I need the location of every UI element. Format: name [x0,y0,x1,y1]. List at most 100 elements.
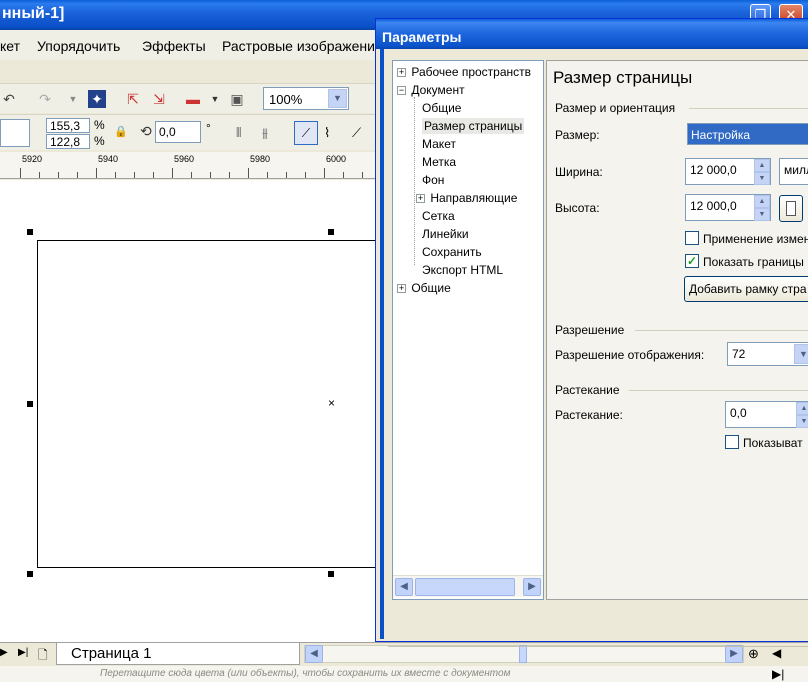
tree-item-document[interactable]: − Документ [397,83,465,97]
last-page-icon[interactable]: ▶| [18,647,28,658]
curve-node-button[interactable]: ⟋ [294,121,318,145]
display-resolution-value: 72 [732,347,746,361]
tree-scrollbar[interactable]: ◀ ▶ [393,575,543,597]
scale-width-field[interactable]: 155,3 [46,118,90,133]
ruler-tick [229,172,230,178]
show-bleed-label: Показыват [743,436,803,450]
spin-down-icon[interactable]: ▼ [754,172,770,185]
status-bar: Перетащите сюда цвета (или объекты), что… [0,666,808,682]
selection-handle[interactable] [27,571,33,577]
redo-icon[interactable]: ↷ [36,90,54,108]
scroll-thumb[interactable] [415,578,515,596]
menu-bitmaps[interactable]: Растровые изображени [222,38,375,54]
scroll-left-button[interactable]: ◀ [395,578,413,596]
tree-item-export-html[interactable]: Экспорт HTML [422,263,503,277]
units-select[interactable]: милл [779,158,808,185]
scroll-thumb[interactable] [519,645,527,663]
spin-up-icon[interactable]: ▲ [754,159,770,172]
portrait-orientation-button[interactable] [779,195,803,222]
node-symmetric-icon[interactable]: ⟋ [352,125,361,141]
expand-icon[interactable]: + [416,194,425,204]
tree-item-page-size[interactable]: Размер страницы [422,118,525,134]
ruler-tick [115,172,116,178]
height-label: Высота: [555,201,600,215]
tree-item-workspace[interactable]: + Рабочее пространств [397,65,531,79]
export-icon[interactable]: ⇲ [150,90,168,108]
scroll-right-button[interactable]: ▶ [725,645,743,663]
menu-effects[interactable]: Эффекты [142,38,206,54]
add-page-icon[interactable]: 🗋 [38,646,48,667]
undo-icon[interactable]: ↶ [0,90,18,108]
degree-sign: ° [206,121,211,135]
selection-handle[interactable] [328,229,334,235]
selection-handle[interactable] [27,229,33,235]
expand-icon[interactable]: + [397,68,406,78]
scale-height-field[interactable]: 122,8 [46,134,90,149]
zoom-dropdown-icon[interactable]: ▼ [328,89,347,108]
redo-dropdown-icon[interactable]: ▼ [64,90,82,108]
portrait-icon [786,201,796,216]
launcher-icon[interactable]: ✦ [88,90,106,108]
tree-item-guidelines[interactable]: + Направляющие [416,191,517,205]
position-field[interactable] [0,119,30,147]
bleed-spinner[interactable]: 0,0 ▲ ▼ [725,401,808,428]
property-bar: 155,3 122,8 % % 🔒 ⟲ 0,0 ° ⫴ ⫵ ⟋ ⌇ ⟋ [0,114,380,150]
import-icon[interactable]: ⇱ [124,90,142,108]
spin-down-icon[interactable]: ▼ [754,208,770,221]
navigator-icon[interactable]: ◀ [772,646,781,660]
image-icon[interactable]: ▣ [228,90,246,108]
height-spinner[interactable]: 12 000,0 ▲ ▼ [685,194,771,221]
spin-down-icon[interactable]: ▼ [796,415,808,428]
ruler-label: 5980 [250,154,271,164]
node-smooth-icon[interactable]: ⌇ [324,125,330,141]
ruler-tick [248,168,249,178]
add-page-frame-button[interactable]: Добавить рамку стра [684,276,808,302]
publish-dropdown-icon[interactable]: ▼ [206,90,224,108]
tree-item-grid[interactable]: Сетка [422,209,455,223]
ruler-tick [324,168,325,178]
ruler-tick [286,172,287,178]
width-spinner[interactable]: 12 000,0 ▲ ▼ [685,158,771,185]
scroll-right-button[interactable]: ▶ [523,578,541,596]
spin-up-icon[interactable]: ▲ [796,402,808,415]
mirror-vertical-icon[interactable]: ⫵ [262,125,268,141]
show-border-checkbox[interactable]: ✓ [685,254,699,268]
zoom-select[interactable]: 100% ▼ [263,87,349,110]
expand-icon[interactable]: + [397,284,406,294]
publish-pdf-icon[interactable]: ▬ [184,90,202,108]
ruler-tick [77,172,78,178]
lock-ratio-icon[interactable]: 🔒 [114,125,128,138]
collapse-icon[interactable]: − [397,86,406,96]
tree-item-layout[interactable]: Макет [422,137,456,151]
menu-arrange[interactable]: Упорядочить [37,38,120,54]
menu-layout[interactable]: кет [0,38,20,54]
selection-handle[interactable] [27,401,33,407]
prev-page-icon[interactable]: ▶ [0,647,8,658]
rotation-field[interactable]: 0,0 [155,121,201,143]
palette-scroll-icon[interactable]: ▶| [772,667,784,681]
scroll-left-button[interactable]: ◀ [305,645,323,663]
horizontal-scrollbar[interactable]: ◀ ▶ [304,645,744,663]
tree-item-label[interactable]: Метка [422,155,456,169]
apply-changes-checkbox[interactable] [685,231,699,245]
tree-item-save[interactable]: Сохранить [422,245,482,259]
apply-changes-label: Применение измен [703,232,808,246]
page-tab-1[interactable]: Страница 1 [71,645,152,662]
mirror-horizontal-icon[interactable]: ⫴ [236,125,241,141]
page-size-panel: Размер страницы Размер и ориентация Разм… [546,60,808,600]
dropdown-icon[interactable]: ▼ [794,344,808,364]
tree-item-background[interactable]: Фон [422,173,444,187]
tree-item-general[interactable]: Общие [422,101,461,115]
dialog-title-bar[interactable]: Параметры [376,19,808,49]
percent-sign: % [94,118,105,132]
size-label: Размер: [555,128,600,142]
ruler-tick [20,168,21,178]
zoom-navigator-icon[interactable]: ⊕ [748,646,759,662]
spin-up-icon[interactable]: ▲ [754,195,770,208]
size-select[interactable]: Настройка [687,123,808,145]
show-bleed-checkbox[interactable] [725,435,739,449]
selection-handle[interactable] [328,571,334,577]
tree-item-global[interactable]: + Общие [397,281,451,295]
display-resolution-select[interactable]: 72 ▼ [727,342,808,366]
tree-item-rulers[interactable]: Линейки [422,227,469,241]
